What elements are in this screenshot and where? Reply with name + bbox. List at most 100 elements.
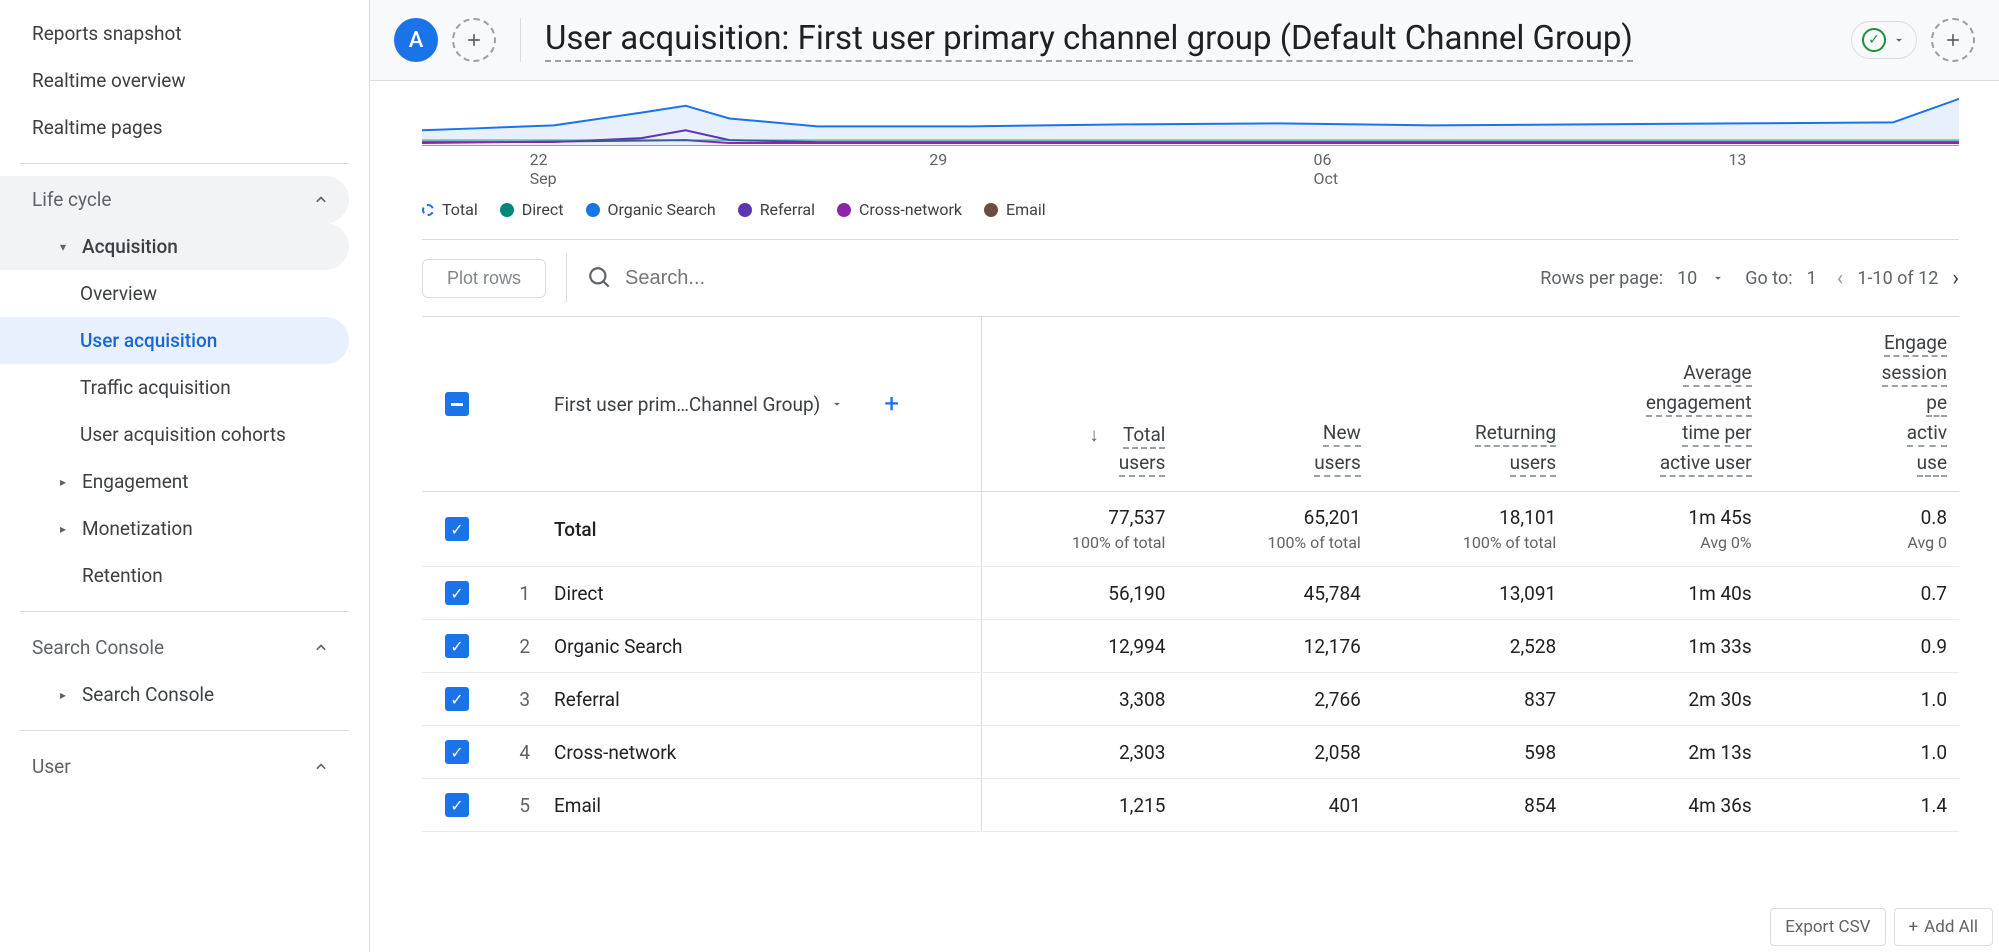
sidebar-item-monetization[interactable]: ▸ Monetization [0,505,349,552]
rows-per-page-value[interactable]: 10 [1677,268,1697,289]
sidebar-item-user-acquisition-cohorts[interactable]: User acquisition cohorts [0,411,349,458]
legend-dot-icon [500,203,514,217]
row-metric: 0.9 [1764,620,1959,672]
legend-dot-icon [984,203,998,217]
row-metric: 854 [1373,779,1568,831]
prev-page-button[interactable]: ‹ [1837,266,1844,291]
col-engaged-sessions[interactable]: Engagesessionpeactivuse [1764,317,1959,491]
legend-item[interactable]: Referral [738,200,815,219]
next-page-button[interactable]: › [1952,266,1959,291]
row-metric: 598 [1373,726,1568,778]
sidebar-item-retention[interactable]: Retention [0,552,349,599]
select-all-checkbox[interactable] [445,392,469,416]
col-avg-engagement-time[interactable]: Averageengagementtime peractive user [1568,317,1763,491]
chart-svg [422,91,1959,145]
legend-dot-icon [837,203,851,217]
row-dimension[interactable]: Direct [542,567,982,619]
sidebar-item-acquisition[interactable]: ▾ Acquisition [0,223,349,270]
sidebar-section-life-cycle[interactable]: Life cycle [0,176,349,223]
sidebar-item-engagement[interactable]: ▸ Engagement [0,458,349,505]
legend-item[interactable]: Total [422,200,478,219]
table-row[interactable]: ✓5Email1,2154018544m 36s1.4 [422,779,1959,832]
legend-item[interactable]: Organic Search [586,200,716,219]
legend-item[interactable]: Cross-network [837,200,962,219]
sidebar-divider [20,163,349,164]
legend-dot-icon [738,203,752,217]
table-row[interactable]: ✓4Cross-network2,3032,0585982m 13s1.0 [422,726,1959,779]
row-metric: 3,308 [982,673,1177,725]
sidebar-divider [20,611,349,612]
row-checkbox[interactable]: ✓ [445,687,469,711]
sidebar-item-traffic-acquisition[interactable]: Traffic acquisition [0,364,349,411]
status-pill[interactable]: ✓ [1851,21,1917,59]
row-metric: 1m 40s [1568,567,1763,619]
row-dimension[interactable]: Cross-network [542,726,982,778]
sidebar-item-search-console[interactable]: ▸ Search Console [0,671,349,718]
main: A User acquisition: First user primary c… [370,0,1999,952]
sidebar-item-realtime-overview[interactable]: Realtime overview [0,57,349,104]
legend-label: Email [1006,200,1046,219]
x-tick: 29 [929,150,947,169]
row-checkbox[interactable]: ✓ [445,740,469,764]
footer-buttons: Export CSV + Add All [1764,902,1999,952]
col-returning-users[interactable]: Returningusers [1373,317,1568,491]
export-csv-button[interactable]: Export CSV [1770,908,1885,946]
sidebar-item-reports-snapshot[interactable]: Reports snapshot [0,10,349,57]
table-row[interactable]: ✓2Organic Search12,99412,1762,5281m 33s0… [422,620,1959,673]
row-metric: 837 [1373,673,1568,725]
table-row[interactable]: ✓1Direct56,19045,78413,0911m 40s0.7 [422,567,1959,620]
plot-rows-button[interactable]: Plot rows [422,259,546,298]
row-checkbox[interactable]: ✓ [445,581,469,605]
sidebar-section-user[interactable]: User [0,743,349,790]
divider [520,18,521,62]
chart: 0 22Sep2906Oct13 TotalDirectOrganic Sear… [422,81,1959,239]
triangle-down-icon [830,397,844,411]
sidebar-item-overview[interactable]: Overview [0,270,349,317]
row-metric: 2,303 [982,726,1177,778]
col-new-users[interactable]: Newusers [1177,317,1372,491]
row-metric: 12,994 [982,620,1177,672]
row-metric: 2,766 [1177,673,1372,725]
row-index: 3 [492,673,542,725]
x-tick: 22Sep [530,150,557,188]
legend-item[interactable]: Email [984,200,1046,219]
row-checkbox[interactable]: ✓ [445,517,469,541]
triangle-down-icon [1892,33,1906,47]
add-comparison-button[interactable] [452,18,496,62]
sidebar-divider [20,730,349,731]
table-row[interactable]: ✓3Referral3,3082,7668372m 30s1.0 [422,673,1959,726]
add-dimension-button[interactable]: + [884,389,899,419]
avatar[interactable]: A [394,18,438,62]
legend-label: Referral [760,200,815,219]
row-metric: 56,190 [982,567,1177,619]
row-checkbox[interactable]: ✓ [445,793,469,817]
dimension-dropdown[interactable]: First user prim…Channel Group) [554,393,844,416]
add-all-button[interactable]: + Add All [1894,908,1994,946]
add-button[interactable] [1931,18,1975,62]
search-input[interactable] [625,267,825,290]
x-axis: 22Sep2906Oct13 [422,150,1959,190]
row-metric: 2m 13s [1568,726,1763,778]
legend-label: Organic Search [608,200,716,219]
table-toolbar: Plot rows Rows per page: 10 Go to: 1 ‹ [422,239,1959,316]
chevron-up-icon [311,638,331,658]
row-dimension[interactable]: Email [542,779,982,831]
row-metric: 12,176 [1177,620,1372,672]
row-metric: 401 [1177,779,1372,831]
row-dimension[interactable]: Referral [542,673,982,725]
col-total-users[interactable]: ↓Totalusers [982,317,1177,491]
chevron-up-icon [311,190,331,210]
sidebar-item-user-acquisition[interactable]: User acquisition [0,317,349,364]
page-title[interactable]: User acquisition: First user primary cha… [545,19,1633,62]
row-checkbox[interactable]: ✓ [445,634,469,658]
goto-value[interactable]: 1 [1807,268,1817,289]
triangle-down-icon[interactable] [1711,271,1725,285]
legend-item[interactable]: Direct [500,200,564,219]
row-dimension[interactable]: Organic Search [542,620,982,672]
table-total-row: ✓ Total 77,537100% of total 65,201100% o… [422,492,1959,567]
sidebar-section-search-console[interactable]: Search Console [0,624,349,671]
row-metric: 4m 36s [1568,779,1763,831]
sidebar-item-realtime-pages[interactable]: Realtime pages [0,104,349,151]
x-tick: 13 [1728,150,1746,169]
row-metric: 2,528 [1373,620,1568,672]
